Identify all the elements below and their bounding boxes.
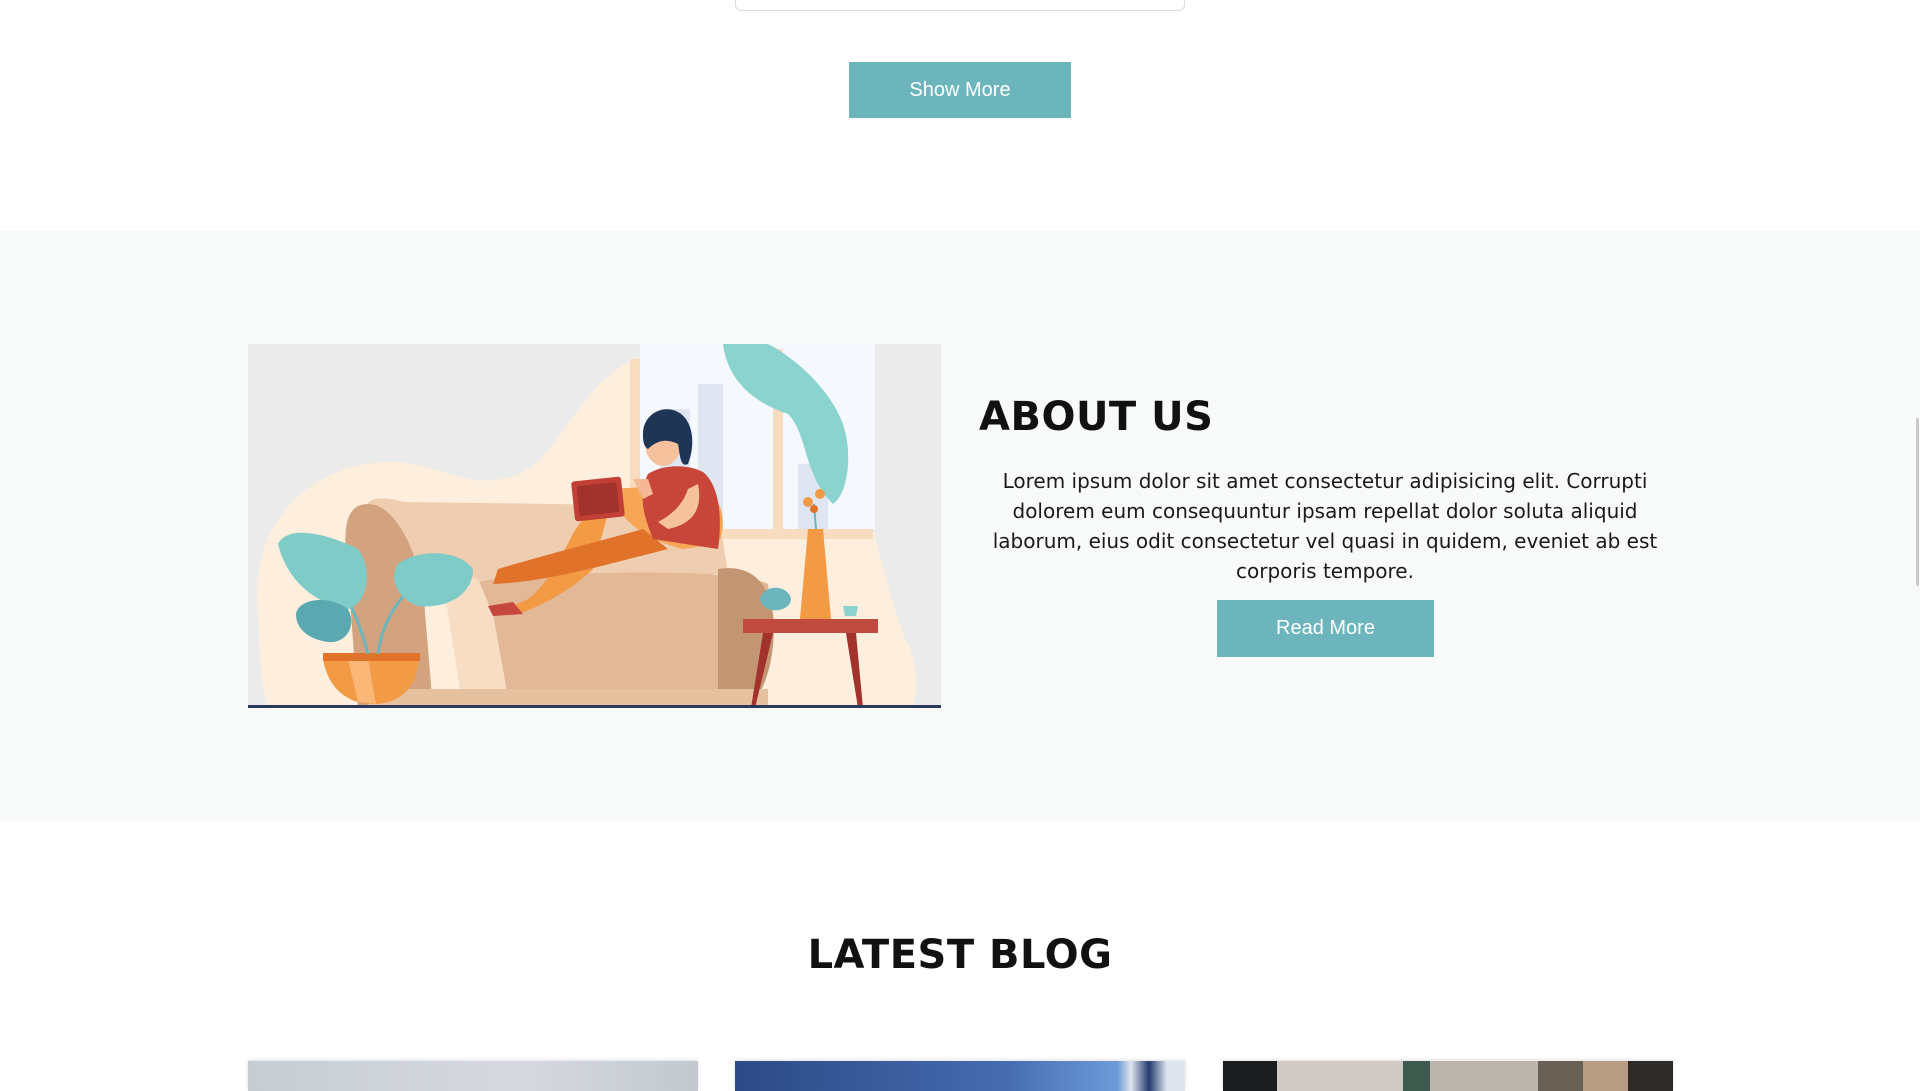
show-more-button[interactable]: Show More — [849, 62, 1071, 118]
page-scrollbar-thumb[interactable] — [1916, 418, 1919, 586]
blog-section-title: LATEST BLOG — [807, 932, 1113, 978]
about-illustration — [248, 344, 941, 708]
about-description: Lorem ipsum dolor sit amet consectetur a… — [992, 469, 1658, 583]
blog-card-1-image[interactable] — [248, 1061, 698, 1091]
service-card-bottom-edge — [735, 0, 1185, 11]
blog-card-3-image[interactable] — [1223, 1061, 1673, 1091]
woman-reading-illustration — [248, 344, 941, 708]
about-section: ABOUT US Lorem ipsum dolor sit amet cons… — [0, 231, 1920, 821]
about-title: ABOUT US — [979, 394, 1214, 440]
read-more-button[interactable]: Read More — [1217, 600, 1434, 657]
blog-card-2-image[interactable] — [735, 1061, 1185, 1091]
